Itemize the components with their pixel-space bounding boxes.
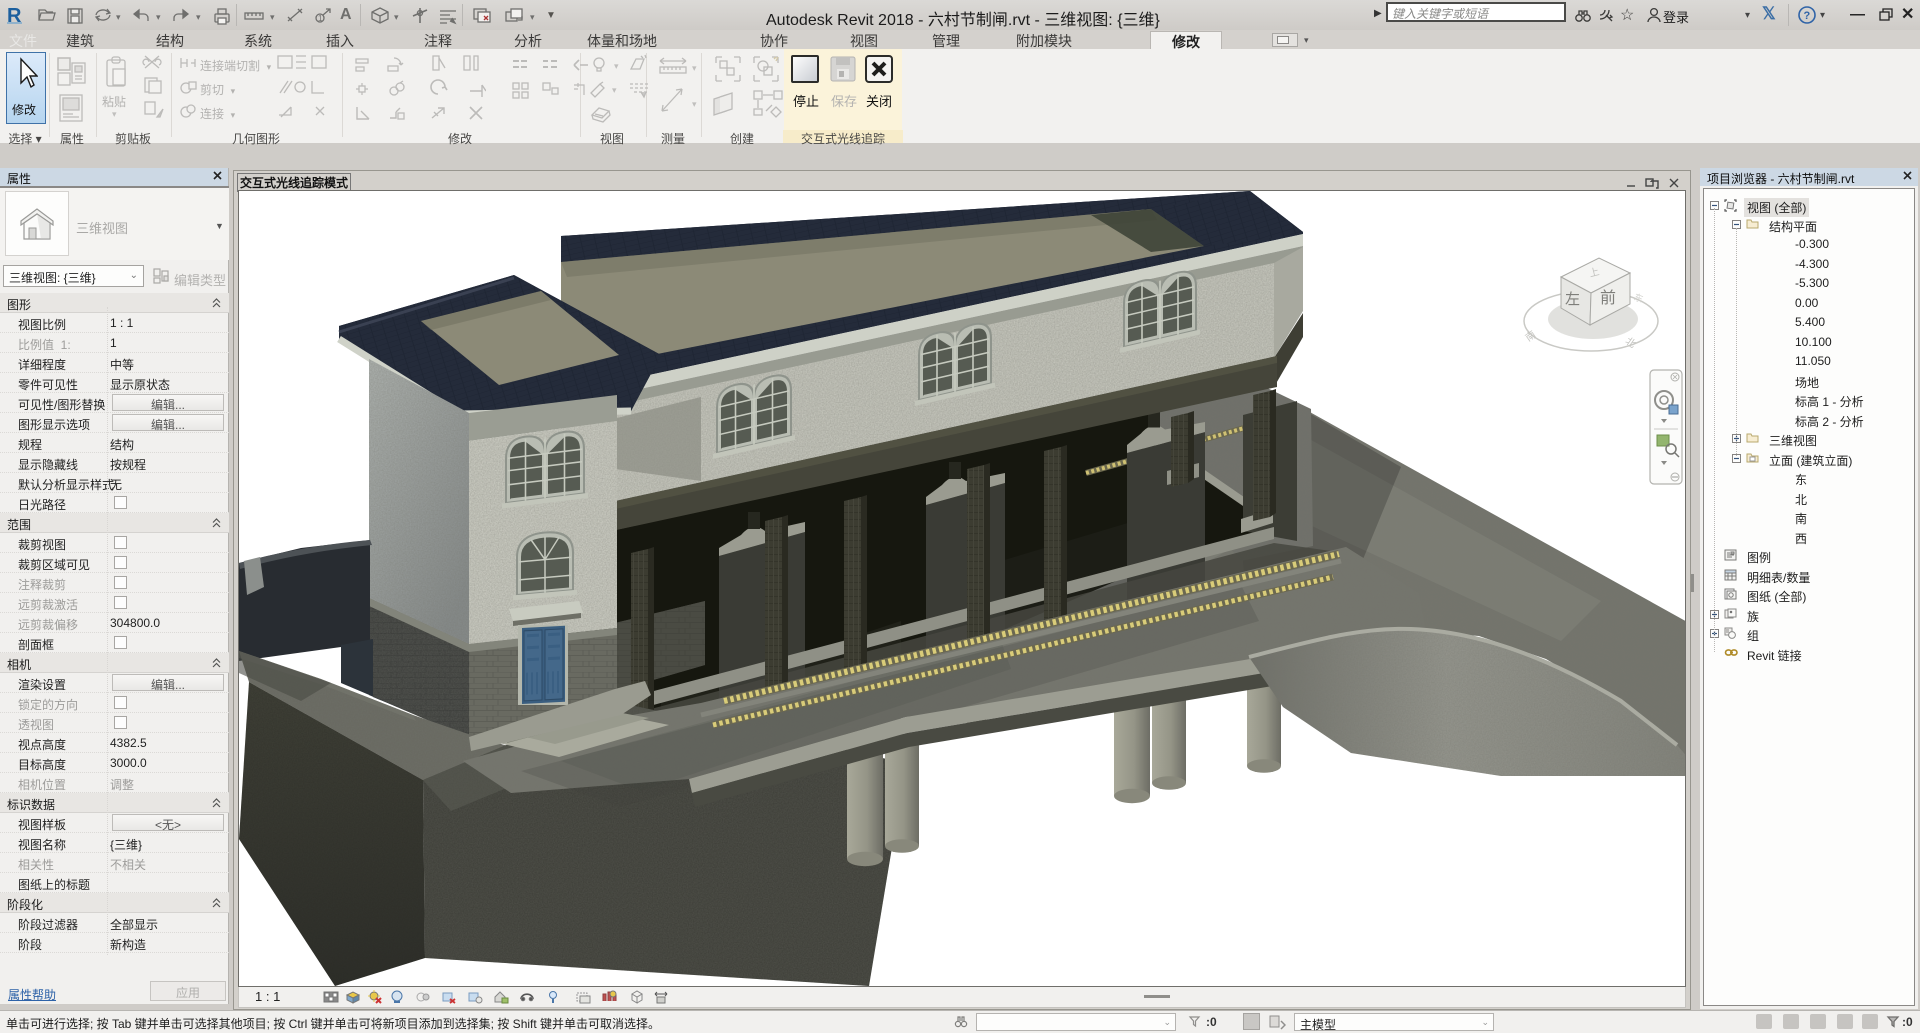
- svg-text:北: 北: [1623, 335, 1638, 351]
- svg-text:1: 1: [318, 14, 323, 23]
- svg-text:南: 南: [1523, 328, 1539, 344]
- svg-text:左: 左: [1565, 291, 1580, 308]
- svg-text:前: 前: [1600, 289, 1616, 307]
- svg-text:?: ?: [1804, 10, 1811, 22]
